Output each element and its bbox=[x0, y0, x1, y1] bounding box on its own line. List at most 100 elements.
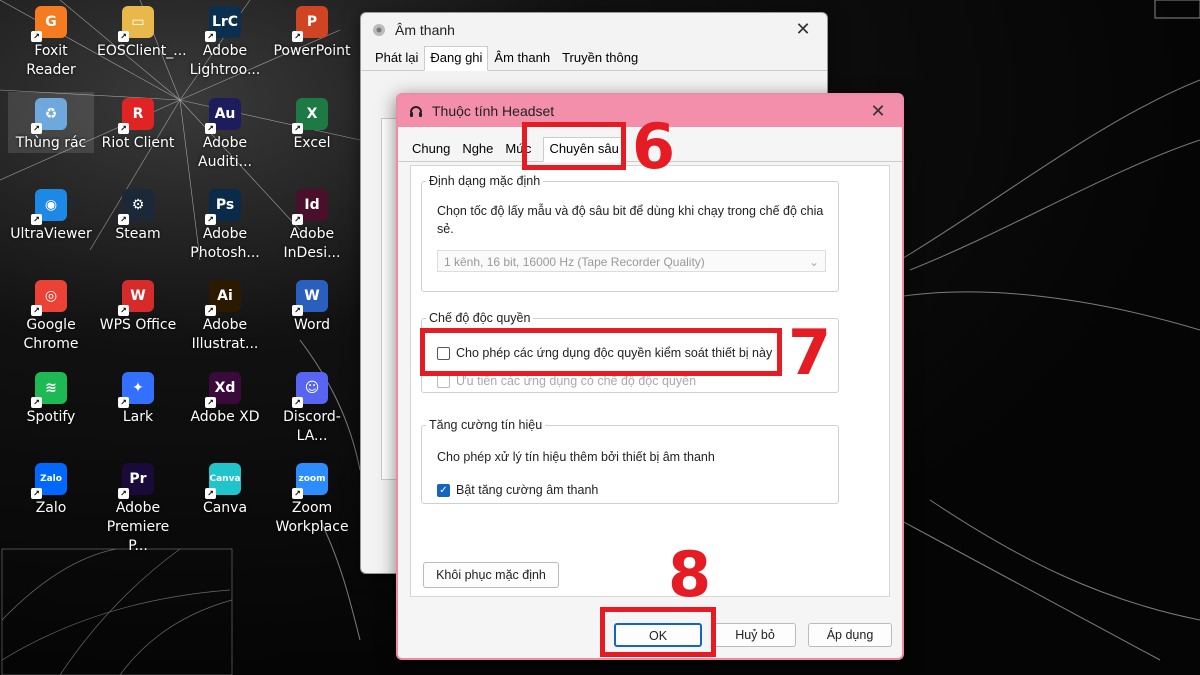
desktop-icon[interactable]: ♻ ↗ Thùng rác bbox=[8, 92, 94, 153]
folder-icon: ▭ ↗ bbox=[118, 6, 154, 42]
tab-communications[interactable]: Truyền thông bbox=[556, 46, 644, 70]
desktop-icon[interactable]: LrC ↗ Adobe Lightroo... bbox=[182, 0, 268, 80]
desktop-icon-label: UltraViewer bbox=[10, 226, 92, 242]
photoshop-icon: Ps ↗ bbox=[205, 189, 241, 225]
exclusive-mode-legend: Chế độ độc quyền bbox=[429, 311, 531, 325]
desktop-icon[interactable]: ⚙ ↗ Steam bbox=[95, 183, 181, 244]
chrome-icon: ◎ ↗ bbox=[31, 280, 67, 316]
desktop-icon-label: Google Chrome bbox=[23, 317, 79, 352]
indesign-icon: Id ↗ bbox=[292, 189, 328, 225]
desktop-icon-label: WPS Office bbox=[99, 317, 177, 333]
desktop-icon[interactable]: Au ↗ Adobe Auditi... bbox=[182, 92, 268, 172]
tab-general[interactable]: Chung bbox=[406, 137, 456, 161]
desktop-icon-label: Canva bbox=[202, 500, 248, 516]
shortcut-arrow-icon: ↗ bbox=[292, 31, 303, 42]
excel-icon: X ↗ bbox=[292, 98, 328, 134]
sound-window-titlebar: Âm thanh ✕ bbox=[361, 13, 827, 46]
canva-icon: Canva ↗ bbox=[205, 463, 241, 499]
desktop-icon[interactable]: Pr ↗ Adobe Premiere P... bbox=[95, 457, 181, 556]
desktop-icon-label: PowerPoint bbox=[273, 43, 351, 59]
highlight-exclusive-checkbox bbox=[420, 328, 782, 376]
desktop-icon[interactable]: Ps ↗ Adobe Photosh... bbox=[182, 183, 268, 263]
discord-icon: ☺ ↗ bbox=[292, 372, 328, 408]
desktop-icon[interactable]: X ↗ Excel bbox=[269, 92, 355, 153]
desktop-icon-label: Adobe Lightroo... bbox=[189, 43, 261, 78]
desktop-icon[interactable]: Id ↗ Adobe InDesi... bbox=[269, 183, 355, 263]
step-8-label: 8 bbox=[668, 538, 712, 611]
desktop-icon-label: Steam bbox=[115, 226, 161, 242]
shortcut-arrow-icon: ↗ bbox=[292, 305, 303, 316]
apply-button[interactable]: Áp dụng bbox=[808, 623, 892, 647]
desktop-icon[interactable]: Ai ↗ Adobe Illustrat... bbox=[182, 274, 268, 354]
audition-icon: Au ↗ bbox=[205, 98, 241, 134]
desktop-icon[interactable]: G ↗ Foxit Reader bbox=[8, 0, 94, 80]
restore-defaults-button[interactable]: Khôi phục mặc định bbox=[423, 562, 559, 588]
shortcut-arrow-icon: ↗ bbox=[292, 123, 303, 134]
tab-listen[interactable]: Nghe bbox=[456, 137, 499, 161]
sound-window-title: Âm thanh bbox=[395, 21, 455, 38]
desktop-icon-label: Adobe XD bbox=[190, 409, 260, 425]
checkbox-unchecked-icon bbox=[437, 374, 450, 388]
sample-rate-value: 1 kênh, 16 bit, 16000 Hz (Tape Recorder … bbox=[444, 255, 705, 269]
desktop-icon[interactable]: Canva ↗ Canva bbox=[182, 457, 268, 518]
desktop-icon[interactable]: W ↗ Word bbox=[269, 274, 355, 335]
cancel-button[interactable]: Huỷ bỏ bbox=[714, 623, 796, 647]
desktop-icon[interactable]: zoom ↗ Zoom Workplace bbox=[269, 457, 355, 537]
shortcut-arrow-icon: ↗ bbox=[205, 214, 216, 225]
default-format-legend: Định dạng mặc định bbox=[429, 174, 541, 188]
shortcut-arrow-icon: ↗ bbox=[31, 305, 42, 316]
highlight-advanced-tab bbox=[522, 122, 626, 170]
shortcut-arrow-icon: ↗ bbox=[118, 397, 129, 408]
desktop-icon[interactable]: ◉ ↗ UltraViewer bbox=[8, 183, 94, 244]
tab-playback[interactable]: Phát lại bbox=[369, 46, 424, 70]
desktop-icon-label: Zalo bbox=[35, 500, 67, 516]
zalo-icon: Zalo ↗ bbox=[31, 463, 67, 499]
default-format-description: Chọn tốc độ lấy mẫu và độ sâu bit để dùn… bbox=[437, 204, 824, 236]
foxit-icon: G ↗ bbox=[31, 6, 67, 42]
desktop-icon[interactable]: ◎ ↗ Google Chrome bbox=[8, 274, 94, 354]
close-icon[interactable]: ✕ bbox=[864, 101, 892, 122]
desktop-icon[interactable]: ✦ ↗ Lark bbox=[95, 366, 181, 427]
shortcut-arrow-icon: ↗ bbox=[205, 397, 216, 408]
desktop-icon-label: Spotify bbox=[26, 409, 76, 425]
desktop-icon[interactable]: ≋ ↗ Spotify bbox=[8, 366, 94, 427]
close-icon[interactable]: ✕ bbox=[789, 19, 817, 40]
desktop-icon-label: Adobe Premiere P... bbox=[106, 500, 170, 554]
highlight-ok-button bbox=[600, 607, 716, 657]
desktop-icon[interactable]: W ↗ WPS Office bbox=[95, 274, 181, 335]
zoom-icon: zoom ↗ bbox=[292, 463, 328, 499]
desktop-icon-label: Word bbox=[294, 317, 330, 333]
desktop-icon[interactable]: ▭ ↗ EOSClient_... bbox=[95, 0, 187, 61]
powerpoint-icon: P ↗ bbox=[292, 6, 328, 42]
step-7-label: 7 bbox=[788, 316, 832, 389]
shortcut-arrow-icon: ↗ bbox=[205, 305, 216, 316]
headset-icon bbox=[410, 106, 422, 117]
desktop-icon-label: Zoom Workplace bbox=[275, 500, 349, 535]
tab-recording[interactable]: Đang ghi bbox=[424, 46, 489, 71]
shortcut-arrow-icon: ↗ bbox=[31, 488, 42, 499]
desktop-icon[interactable]: ☺ ↗ Discord-LA... bbox=[269, 366, 355, 446]
desktop-icon-label: Discord-LA... bbox=[283, 409, 341, 444]
spotify-icon: ≋ ↗ bbox=[31, 372, 67, 408]
tab-sounds[interactable]: Âm thanh bbox=[488, 46, 556, 70]
sample-rate-select[interactable]: 1 kênh, 16 bit, 16000 Hz (Tape Recorder … bbox=[437, 250, 826, 272]
ultraviewer-icon: ◉ ↗ bbox=[31, 189, 67, 225]
speaker-icon bbox=[373, 23, 385, 36]
exclusive-priority-checkbox[interactable]: Ưu tiên các ứng dụng có chế độ độc quyền bbox=[437, 374, 696, 388]
recycle-bin-icon: ♻ ↗ bbox=[31, 98, 67, 134]
desktop-icon[interactable]: Xd ↗ Adobe XD bbox=[182, 366, 268, 427]
desktop-icon[interactable]: R ↗ Riot Client bbox=[95, 92, 181, 153]
wps-icon: W ↗ bbox=[118, 280, 154, 316]
shortcut-arrow-icon: ↗ bbox=[118, 305, 129, 316]
riot-icon: R ↗ bbox=[118, 98, 154, 134]
shortcut-arrow-icon: ↗ bbox=[205, 31, 216, 42]
shortcut-arrow-icon: ↗ bbox=[118, 123, 129, 134]
sound-tabs: Phát lại Đang ghi Âm thanh Truyền thông bbox=[361, 46, 827, 71]
shortcut-arrow-icon: ↗ bbox=[31, 397, 42, 408]
enable-enhancement-checkbox[interactable]: ✓ Bật tăng cường âm thanh bbox=[437, 483, 598, 497]
desktop-icon-label: Adobe Photosh... bbox=[190, 226, 260, 261]
word-icon: W ↗ bbox=[292, 280, 328, 316]
desktop-icon[interactable]: P ↗ PowerPoint bbox=[269, 0, 355, 61]
desktop-icon[interactable]: Zalo ↗ Zalo bbox=[8, 457, 94, 518]
shortcut-arrow-icon: ↗ bbox=[31, 31, 42, 42]
